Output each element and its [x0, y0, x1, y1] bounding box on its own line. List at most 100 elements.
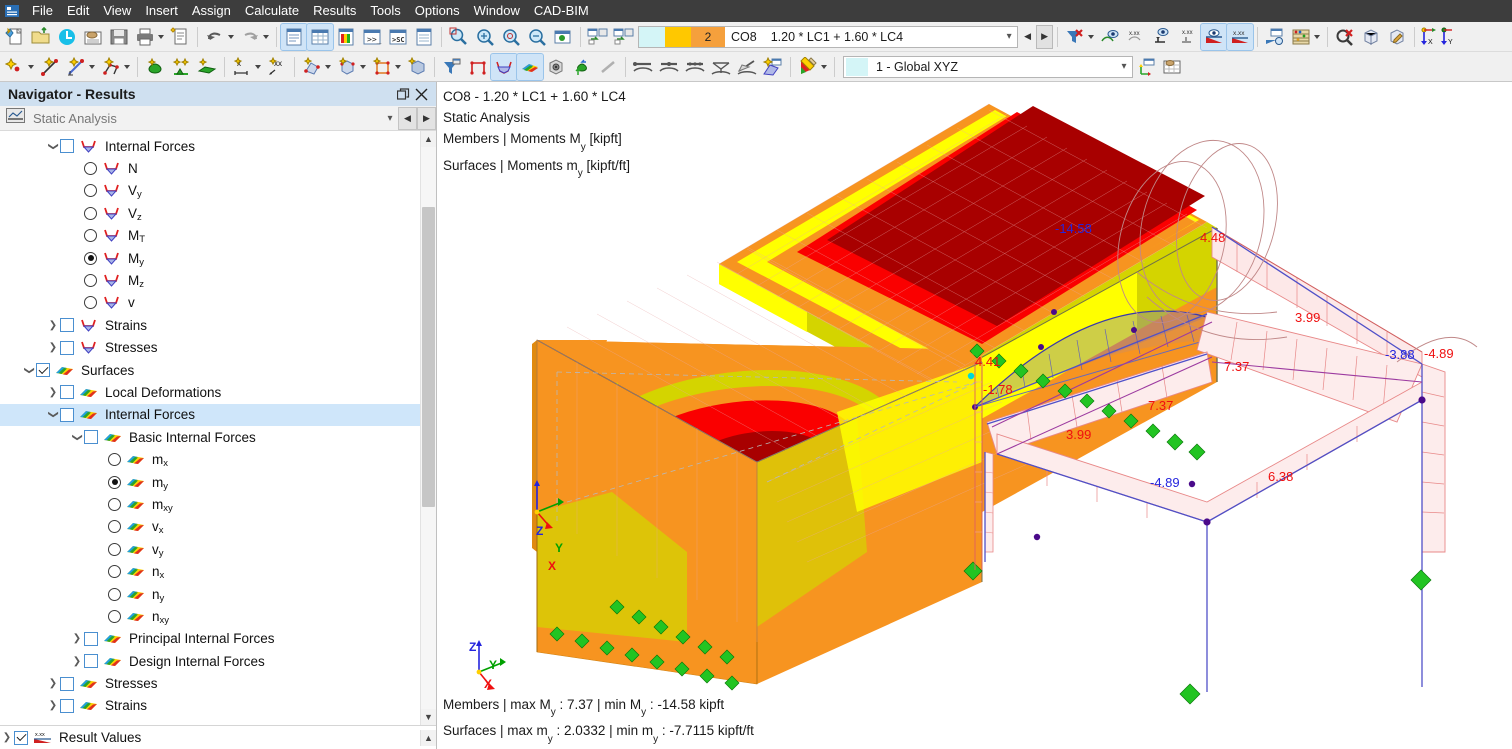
load-frame-icon[interactable]	[708, 54, 734, 80]
tree-radio[interactable]	[108, 609, 121, 623]
dimension-dropdown-caret[interactable]	[255, 64, 261, 69]
load-line-2-icon[interactable]	[656, 54, 682, 80]
box-icon[interactable]	[1358, 24, 1384, 50]
tree-item-stresses[interactable]: ❯ Stresses	[0, 337, 420, 359]
tree-radio[interactable]	[108, 497, 121, 511]
tree-checkbox[interactable]	[84, 430, 98, 445]
tree-item-m[interactable]: Mz	[0, 269, 420, 291]
colors-pencil-icon[interactable]	[795, 54, 821, 80]
table-list-icon[interactable]	[280, 22, 308, 51]
load-case-next-icon[interactable]	[611, 24, 637, 50]
render-box-icon[interactable]	[543, 54, 569, 80]
redo-icon[interactable]	[237, 24, 263, 50]
line-thin-icon[interactable]	[595, 54, 621, 80]
zoom-fit-icon[interactable]	[472, 24, 498, 50]
load-combination-combo[interactable]: 2 CO8 1.20 * LC1 + 1.60 * LC4 ▾	[638, 25, 1019, 48]
tree-item-n[interactable]: ny	[0, 583, 420, 605]
dimension-icon[interactable]: x	[229, 54, 255, 80]
tree-item-m[interactable]: MT	[0, 225, 420, 247]
load-case-next-button[interactable]: ▶	[1036, 24, 1054, 49]
next-arrow-icon[interactable]: ▶	[417, 106, 436, 130]
tree-checkbox[interactable]	[84, 631, 98, 646]
menu-item-view[interactable]: View	[96, 1, 138, 21]
tree-checkbox[interactable]	[60, 676, 74, 691]
box-edit-icon[interactable]	[1384, 24, 1410, 50]
bottom-scroll-up-icon[interactable]: ▲	[420, 729, 436, 746]
redo-dropdown-caret[interactable]	[263, 34, 269, 39]
surface-node-icon[interactable]	[299, 54, 325, 80]
tree-radio[interactable]	[108, 453, 121, 467]
expand-twist-icon[interactable]: ❯	[46, 320, 60, 331]
values-support-icon[interactable]: x.xx	[1123, 24, 1149, 50]
result-values-checkbox[interactable]	[14, 730, 28, 745]
calculator-dropdown-caret[interactable]	[1314, 34, 1321, 39]
surface-support-icon[interactable]	[194, 54, 220, 80]
values-bottom-icon[interactable]: x.xx	[1175, 24, 1201, 50]
undo-icon[interactable]	[202, 24, 228, 50]
opening-dropdown-caret[interactable]	[395, 64, 401, 69]
menu-item-edit[interactable]: Edit	[60, 1, 96, 21]
tree-radio[interactable]	[84, 296, 97, 310]
chevron-down-icon[interactable]: ▾	[1001, 31, 1017, 42]
colors-dropdown-caret[interactable]	[821, 64, 827, 69]
expand-twist-icon[interactable]: ❯	[70, 656, 84, 667]
model-viewport[interactable]: CO8 - 1.20 * LC1 + 1.60 * LC4 Static Ana…	[437, 82, 1512, 749]
polyline-dropdown-caret[interactable]	[124, 64, 130, 69]
undo-dropdown-caret[interactable]	[228, 34, 234, 39]
save-icon[interactable]	[106, 24, 132, 50]
member-dropdown-caret[interactable]	[89, 64, 95, 69]
undock-icon[interactable]	[394, 85, 412, 103]
chevron-down-icon[interactable]: ▾	[382, 113, 398, 124]
tree-radio[interactable]	[84, 251, 97, 265]
menu-item-calculate[interactable]: Calculate	[238, 1, 306, 21]
menu-item-options[interactable]: Options	[408, 1, 467, 21]
zoom-delete-icon[interactable]	[1332, 24, 1358, 50]
visibility-support-icon[interactable]	[1097, 24, 1123, 50]
save-as-image-icon[interactable]	[80, 24, 106, 50]
expand-twist-icon[interactable]: ❯	[0, 732, 14, 743]
zoom-window-icon[interactable]	[446, 24, 472, 50]
menu-item-insert[interactable]: Insert	[138, 1, 185, 21]
calculator-icon[interactable]	[1288, 24, 1314, 50]
support-icon[interactable]	[142, 54, 168, 80]
load-case-prev-button[interactable]: ◀	[1019, 25, 1036, 49]
tree-item-m[interactable]: mxy	[0, 493, 420, 515]
render-view-icon[interactable]	[550, 24, 576, 50]
expand-twist-icon[interactable]: ❯	[46, 342, 60, 353]
menu-item-window[interactable]: Window	[467, 1, 527, 21]
tree-radio[interactable]	[108, 475, 121, 489]
nodal-support-icon[interactable]	[168, 54, 194, 80]
script-icon[interactable]: >SC	[385, 24, 411, 50]
window-system-icon[interactable]	[4, 4, 20, 18]
scroll-up-icon[interactable]: ▲	[421, 729, 436, 746]
expand-twist-icon[interactable]: ❯	[46, 700, 60, 711]
tree-item-v[interactable]: Vz	[0, 202, 420, 224]
expand-twist-icon[interactable]: ❯	[46, 678, 60, 689]
tree-radio[interactable]	[84, 206, 97, 220]
model-3d-graphic[interactable]	[437, 82, 1512, 744]
tree-item-principal-internal-forces[interactable]: ❯ Principal Internal Forces	[0, 628, 420, 650]
scroll-down-icon[interactable]: ▼	[421, 709, 436, 725]
table-color-icon[interactable]	[333, 24, 359, 50]
coordinate-system-edit-icon[interactable]	[1133, 54, 1159, 80]
expand-twist-icon[interactable]: ❯	[70, 633, 84, 644]
tree-item-surfaces[interactable]: ❯ Surfaces	[0, 359, 420, 381]
close-icon[interactable]	[412, 85, 430, 103]
load-new-icon[interactable]	[760, 54, 786, 80]
new-model-icon[interactable]	[2, 24, 28, 50]
scroll-up-icon[interactable]: ▲	[421, 131, 436, 147]
analysis-type-selector[interactable]: Static Analysis ▾ ◀ ▶	[0, 106, 436, 131]
axis-y-icon[interactable]: Y	[1439, 24, 1459, 50]
tree-checkbox[interactable]	[60, 385, 74, 400]
new-report-icon[interactable]	[167, 24, 193, 50]
tree-item-strains[interactable]: ❯ Strains	[0, 695, 420, 717]
tree-item-local-deformations[interactable]: ❯ Local Deformations	[0, 381, 420, 403]
load-surface-icon[interactable]	[734, 54, 760, 80]
values-diagram-icon[interactable]: x.xx	[1226, 22, 1255, 51]
extrude-icon[interactable]	[569, 54, 595, 80]
tree-item-v[interactable]: vx	[0, 516, 420, 538]
collapse-twist-icon[interactable]: ❯	[48, 139, 59, 153]
tree-item-m[interactable]: my	[0, 471, 420, 493]
frame-icon[interactable]	[465, 54, 491, 80]
tree-checkbox[interactable]	[60, 139, 74, 154]
